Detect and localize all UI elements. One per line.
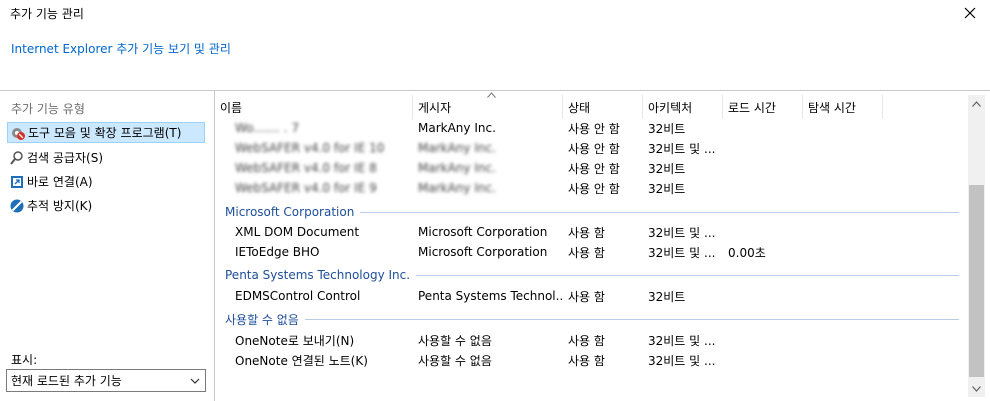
addon-status: 사용 안 함	[568, 181, 620, 196]
addon-name: OneNote로 보내기(N)	[235, 333, 355, 348]
addon-publisher: MarkAny Inc.	[418, 121, 496, 135]
addon-publisher: 사용할 수 없음	[418, 333, 492, 348]
addon-architecture: 32비트	[648, 121, 686, 136]
addon-publisher: MarkAny Inc.	[418, 181, 496, 195]
addon-status: 사용 함	[568, 289, 605, 304]
sidebar: 추가 기능 유형 도구 모음 및 확장 프로그램(T) 검색 공급자(S) 바로…	[0, 91, 212, 401]
sort-ascending-icon	[487, 92, 496, 98]
vertical-scrollbar[interactable]	[968, 95, 985, 397]
addon-publisher: Microsoft Corporation	[418, 225, 548, 239]
group-divider	[360, 211, 959, 213]
search-icon	[9, 150, 25, 166]
addon-status: 사용 함	[568, 353, 605, 368]
sidebar-item-tracking-protection[interactable]: 추적 방지(K)	[7, 195, 205, 216]
chevron-down-icon	[972, 385, 981, 392]
addon-status: 사용 안 함	[568, 121, 620, 136]
addon-status: 사용 함	[568, 225, 605, 240]
addon-status: 사용 안 함	[568, 141, 620, 156]
group-label: Microsoft Corporation	[225, 205, 355, 219]
tracking-protection-icon	[9, 198, 25, 214]
window-title: 추가 기능 관리	[10, 7, 84, 21]
sidebar-item-toolbars[interactable]: 도구 모음 및 확장 프로그램(T)	[7, 122, 205, 143]
group-header-not-available[interactable]: 사용할 수 없음	[215, 309, 968, 329]
sidebar-item-accelerators[interactable]: 바로 연결(A)	[7, 171, 205, 192]
addon-name: Wo....... . 7	[235, 121, 300, 135]
title-bar: 추가 기능 관리	[0, 0, 990, 26]
scroll-thumb[interactable]	[969, 185, 984, 377]
addon-architecture: 32비트 및 ...	[648, 333, 716, 348]
scroll-up-button[interactable]	[968, 95, 985, 112]
addon-list: 이름 게시자 상태 아키텍처 로드 시간 탐색 시간 Wo....... . 7…	[214, 91, 968, 401]
group-label: 사용할 수 없음	[225, 312, 299, 327]
addon-architecture: 32비트 및 ...	[648, 141, 716, 156]
group-divider	[416, 274, 959, 276]
scroll-down-button[interactable]	[968, 380, 985, 397]
column-publisher[interactable]: 게시자	[413, 95, 563, 119]
column-load-time[interactable]: 로드 시간	[723, 95, 803, 119]
table-row[interactable]: XML DOM Document Microsoft Corporation 사…	[215, 222, 968, 242]
addon-name: IEToEdge BHO	[235, 245, 320, 259]
addon-architecture: 32비트 및 ...	[648, 353, 716, 368]
addon-publisher: MarkAny Inc.	[418, 161, 496, 175]
sidebar-item-label: 도구 모음 및 확장 프로그램(T)	[28, 126, 182, 140]
addon-name: WebSAFER v4.0 for IE 9	[235, 181, 377, 195]
sidebar-title: 추가 기능 유형	[11, 102, 85, 116]
sidebar-item-label: 바로 연결(A)	[27, 175, 93, 189]
addon-name: OneNote 연결된 노트(K)	[235, 353, 368, 368]
group-header-penta[interactable]: Penta Systems Technology Inc.	[215, 265, 968, 285]
table-row[interactable]: WebSAFER v4.0 for IE 8 MarkAny Inc. 사용 안…	[215, 158, 968, 178]
header-link[interactable]: Internet Explorer 추가 기능 보기 및 관리	[11, 40, 231, 57]
close-button[interactable]	[958, 2, 982, 24]
accelerator-icon	[9, 174, 25, 190]
addon-architecture: 32비트 및 ...	[648, 225, 716, 240]
addon-status: 사용 안 함	[568, 161, 620, 176]
addon-architecture: 32비트	[648, 181, 686, 196]
table-row[interactable]: Wo....... . 7 MarkAny Inc. 사용 안 함 32비트	[215, 118, 968, 138]
sidebar-item-label: 추적 방지(K)	[27, 199, 93, 213]
addon-status: 사용 함	[568, 333, 605, 348]
chevron-up-icon	[972, 100, 981, 107]
addon-status: 사용 함	[568, 245, 605, 260]
group-divider	[304, 318, 959, 320]
table-row[interactable]: OneNote 연결된 노트(K) 사용할 수 없음 사용 함 32비트 및 .…	[215, 350, 968, 370]
column-name[interactable]: 이름	[215, 95, 413, 119]
addon-name: WebSAFER v4.0 for IE 8	[235, 161, 377, 175]
addon-publisher: MarkAny Inc.	[418, 141, 496, 155]
table-row[interactable]: EDMSControl Control Penta Systems Techno…	[215, 286, 968, 306]
gear-icon	[10, 125, 26, 141]
group-header-microsoft[interactable]: Microsoft Corporation	[215, 202, 968, 222]
sidebar-item-search-providers[interactable]: 검색 공급자(S)	[7, 147, 205, 168]
addon-name: WebSAFER v4.0 for IE 10	[235, 141, 385, 155]
sidebar-item-label: 검색 공급자(S)	[27, 151, 103, 165]
table-row[interactable]: OneNote로 보내기(N) 사용할 수 없음 사용 함 32비트 및 ...	[215, 330, 968, 350]
close-icon	[964, 7, 976, 19]
addon-name: EDMSControl Control	[235, 289, 361, 303]
group-label: Penta Systems Technology Inc.	[225, 268, 411, 282]
addon-architecture: 32비트	[648, 161, 686, 176]
addon-publisher: Microsoft Corporation	[418, 245, 548, 259]
show-label: 표시:	[11, 353, 38, 367]
show-dropdown[interactable]: 현재 로드된 추가 기능	[6, 369, 206, 392]
column-architecture[interactable]: 아키텍처	[643, 95, 723, 119]
addon-load-time: 0.00초	[728, 245, 766, 260]
addon-name: XML DOM Document	[235, 225, 360, 239]
table-row[interactable]: WebSAFER v4.0 for IE 10 MarkAny Inc. 사용 …	[215, 138, 968, 158]
addon-publisher: 사용할 수 없음	[418, 353, 492, 368]
addon-publisher: Penta Systems Technol...	[418, 289, 563, 303]
addon-architecture: 32비트 및 ...	[648, 245, 716, 260]
addon-architecture: 32비트	[648, 289, 686, 304]
column-status[interactable]: 상태	[563, 95, 643, 119]
column-navigation-time[interactable]: 탐색 시간	[803, 95, 883, 119]
column-header: 이름 게시자 상태 아키텍처 로드 시간 탐색 시간	[215, 92, 968, 119]
show-dropdown-value: 현재 로드된 추가 기능	[11, 374, 122, 388]
table-row[interactable]: IEToEdge BHO Microsoft Corporation 사용 함 …	[215, 242, 968, 262]
chevron-down-icon	[190, 378, 200, 384]
table-row[interactable]: WebSAFER v4.0 for IE 9 MarkAny Inc. 사용 안…	[215, 178, 968, 198]
